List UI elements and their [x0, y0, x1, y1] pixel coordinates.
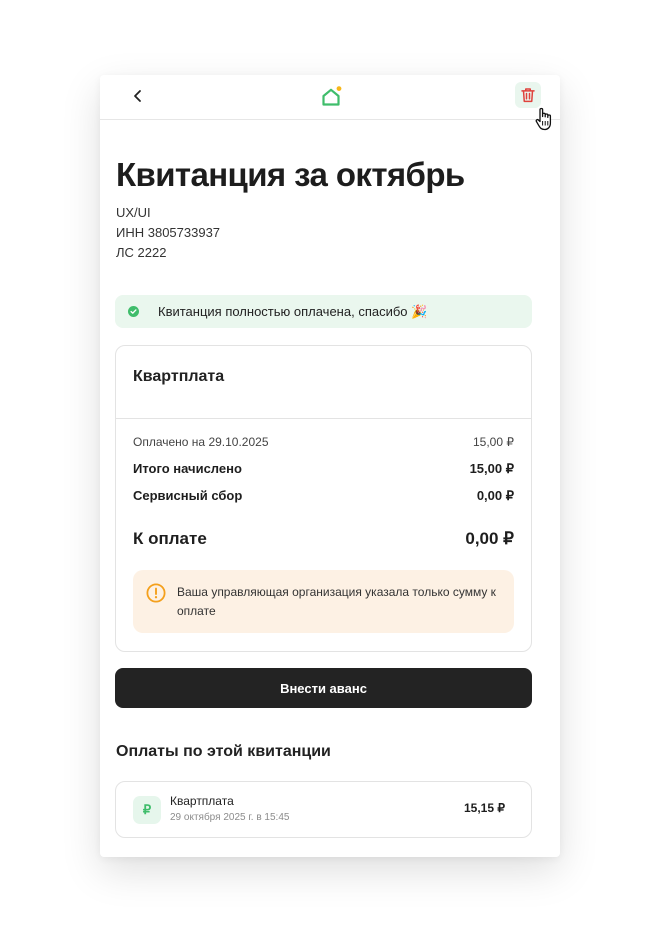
company-name: UX/UI [116, 205, 151, 220]
payment-amount: 15,15 ₽ [464, 801, 505, 815]
paid-status-text: Квитанция полностью оплачена, спасибо 🎉 [158, 304, 428, 319]
inn-number: ИНН 3805733937 [116, 225, 221, 240]
hand-cursor-icon [534, 106, 556, 132]
fee-label: Сервисный сбор [133, 488, 243, 503]
delete-button[interactable] [515, 82, 541, 108]
payments-section-title: Оплаты по этой квитанции [116, 743, 331, 760]
notice-text: Ваша управляющая организация указала тол… [177, 585, 496, 618]
payment-item[interactable]: ₽ Квартплата 29 октября 2025 г. в 15:45 … [115, 781, 532, 838]
ruble-icon: ₽ [133, 796, 161, 824]
top-bar [100, 75, 560, 131]
chevron-left-icon [134, 90, 141, 102]
account-number: ЛС 2222 [116, 245, 167, 260]
payment-date: 29 октября 2025 г. в 15:45 [170, 812, 290, 823]
warning-icon [146, 583, 166, 603]
paid-row: Оплачено на 29.10.2025 15,00 ₽ [133, 435, 514, 449]
fee-value: 0,00 ₽ [476, 488, 514, 503]
due-label: К оплате [133, 529, 207, 548]
paid-status-banner: Квитанция полностью оплачена, спасибо 🎉 [115, 295, 532, 328]
paid-label: Оплачено на 29.10.2025 [133, 435, 269, 449]
service-name: Квартплата [133, 368, 225, 385]
receipt-details: UX/UI ИНН 3805733937 ЛС 2222 [116, 203, 220, 263]
divider [116, 418, 531, 419]
paid-value: 15,00 ₽ [473, 435, 514, 449]
check-circle-icon [128, 306, 139, 317]
total-value: 15,00 ₽ [469, 461, 514, 476]
page-title: Квитанция за октябрь [116, 156, 465, 193]
notice-box: Ваша управляющая организация указала тол… [133, 570, 514, 633]
trash-icon [521, 88, 535, 103]
back-button[interactable] [126, 84, 150, 108]
total-row: Итого начислено 15,00 ₽ [133, 461, 514, 477]
payment-name: Квартплата [170, 794, 234, 808]
total-label: Итого начислено [133, 461, 242, 476]
home-icon [319, 85, 343, 109]
due-row: К оплате 0,00 ₽ [133, 529, 514, 549]
charges-summary: Квартплата Оплачено на 29.10.2025 15,00 … [115, 345, 532, 652]
due-value: 0,00 ₽ [465, 529, 514, 548]
receipt-card: Квитанция за октябрь UX/UI ИНН 380573393… [100, 75, 560, 857]
fee-row: Сервисный сбор 0,00 ₽ [133, 488, 514, 504]
advance-payment-button[interactable]: Внести аванс [115, 668, 532, 708]
